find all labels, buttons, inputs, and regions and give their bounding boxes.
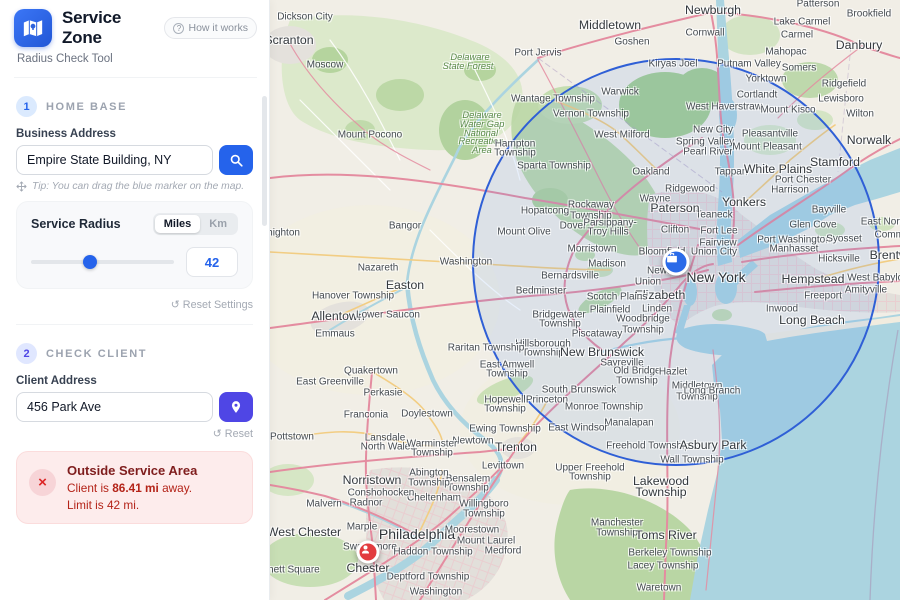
reset-client-link[interactable]: ↺ Reset [213, 427, 253, 440]
app-subtitle: Radius Check Tool [17, 53, 257, 65]
client-address-label: Client Address [16, 375, 253, 387]
drag-tip-text: Tip: You can drag the blue marker on the… [32, 181, 244, 192]
radius-slider-track[interactable] [31, 260, 174, 264]
distance-value: 86.41 mi [112, 481, 159, 495]
alert-limit-line: Limit is 42 mi. [67, 498, 197, 512]
step-2-badge: 2 [16, 343, 37, 364]
how-it-works-button[interactable]: ? How it works [164, 17, 257, 39]
person-icon [360, 544, 372, 556]
reset-icon: ↺ [171, 298, 180, 311]
radius-slider-thumb[interactable] [83, 255, 97, 269]
reset-client-label: Reset [225, 428, 253, 440]
outside-area-alert: × Outside Service Area Client is 86.41 m… [16, 451, 253, 524]
service-zone-app: Service Zone ? How it works Radius Check… [0, 0, 900, 600]
reset-settings-link[interactable]: ↺ Reset Settings [171, 298, 253, 311]
step-1-badge: 1 [16, 96, 37, 117]
service-radius-label: Service Radius [31, 217, 121, 231]
app-logo [14, 9, 52, 47]
unit-miles-option[interactable]: Miles [155, 215, 201, 233]
move-icon [16, 181, 27, 192]
divider [16, 324, 253, 325]
section-title-check-client: CHECK CLIENT [46, 348, 147, 360]
map-icon [22, 17, 44, 39]
locate-client-button[interactable] [219, 392, 253, 422]
section-title-home-base: HOME BASE [46, 101, 127, 113]
error-x-icon: × [29, 469, 56, 496]
location-pin-icon [229, 400, 243, 414]
unit-toggle: Miles Km [153, 213, 238, 235]
sidebar: Service Zone ? How it works Radius Check… [0, 0, 270, 600]
divider [14, 77, 257, 78]
client-marker[interactable] [357, 541, 380, 564]
client-address-input[interactable] [16, 392, 213, 422]
radius-value-box[interactable]: 42 [186, 247, 238, 277]
search-button[interactable] [219, 145, 253, 175]
reset-settings-label: Reset Settings [183, 299, 253, 311]
question-icon: ? [173, 23, 184, 34]
map-tiles [270, 0, 900, 600]
sidebar-scrollbar[interactable] [262, 96, 267, 226]
how-it-works-label: How it works [188, 22, 248, 34]
map-canvas[interactable]: Dickson CityScrantonMoscowMount PoconoLe… [270, 0, 900, 600]
business-address-label: Business Address [16, 128, 253, 140]
search-icon [229, 153, 244, 168]
app-title: Service Zone [62, 8, 164, 48]
alert-distance-line: Client is 86.41 mi away. [67, 481, 197, 495]
unit-km-option[interactable]: Km [200, 215, 236, 233]
briefcase-icon [666, 252, 679, 265]
reset-icon: ↺ [213, 427, 222, 440]
business-address-input[interactable] [16, 145, 213, 175]
service-radius-card: Service Radius Miles Km 42 [16, 201, 253, 289]
home-marker[interactable] [663, 249, 690, 276]
alert-title: Outside Service Area [67, 463, 197, 478]
